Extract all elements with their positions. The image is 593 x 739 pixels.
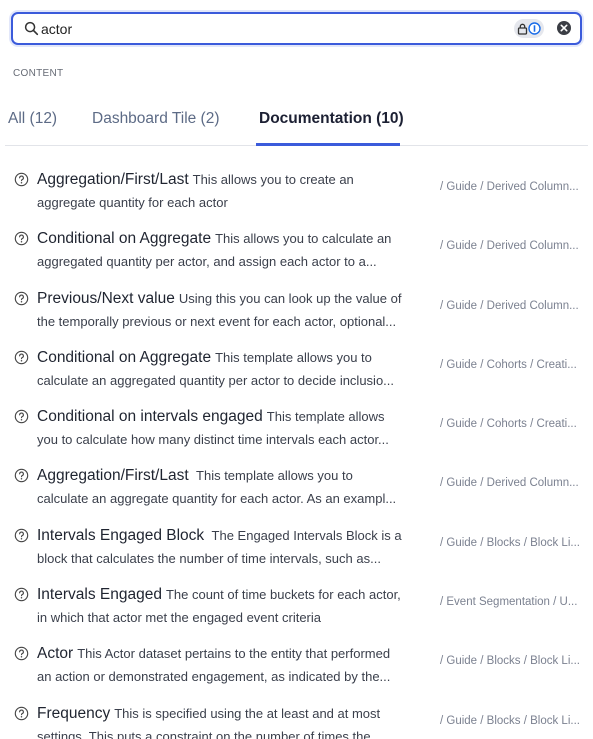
results-list: Aggregation/First/Last This allows you to…: [0, 160, 593, 739]
result-path: / Guide / Blocks / Block Li...: [440, 536, 580, 549]
result-path: / Guide / Derived Column...: [440, 240, 579, 253]
result-path: / Guide / Derived Column...: [440, 299, 579, 312]
result-description: This template allows you to: [192, 468, 353, 484]
help-circle-icon: [14, 350, 29, 365]
result-title: Intervals Engaged: [37, 586, 162, 604]
list-item[interactable]: Conditional on intervals engaged This tem…: [0, 397, 593, 456]
result-title: Conditional on Aggregate: [37, 348, 212, 366]
result-text: Actor This Actor dataset pertains to the …: [37, 642, 413, 688]
result-description-line2: calculate an aggregated quantity per act…: [37, 372, 395, 388]
result-description: This template allows you to: [215, 349, 372, 365]
result-text: Previous/Next value Using this you can lo…: [37, 287, 413, 333]
result-description-line2: the temporally previous or next event fo…: [37, 313, 397, 329]
result-description: Using this you can look up the value of: [178, 290, 402, 306]
result-path: / Event Segmentation / U...: [440, 596, 578, 609]
clear-search-icon[interactable]: [556, 20, 572, 36]
help-circle-icon: [14, 706, 29, 720]
help-circle-icon: [14, 528, 29, 543]
search-input[interactable]: [41, 19, 511, 39]
result-description-line2: settings. This puts a constraint on the …: [37, 728, 382, 739]
help-circle-icon: [14, 291, 29, 305]
result-description: This Actor dataset pertains to the entit…: [77, 646, 391, 662]
section-label: CONTENT: [13, 68, 64, 79]
list-item[interactable]: Intervals Engaged The count of time bucke…: [0, 575, 593, 634]
result-path: / Guide / Blocks / Block Li...: [440, 655, 580, 668]
result-text: Frequency This is specified using the at …: [37, 702, 413, 739]
list-item[interactable]: Intervals Engaged Block The Engaged Inte…: [0, 516, 593, 575]
result-description-line2: aggregated quantity per actor, and assig…: [37, 254, 377, 270]
result-description-line2: in which that actor met the engaged even…: [37, 610, 321, 626]
result-description-line2: block that calculates the number of time…: [37, 550, 381, 566]
password-manager-icons[interactable]: [514, 19, 544, 38]
active-tab-indicator: [256, 143, 400, 146]
result-text: Aggregation/First/Last This allows you to…: [37, 168, 413, 214]
tab-all[interactable]: All (12): [8, 110, 57, 128]
result-path: / Guide / Derived Column...: [440, 181, 579, 193]
result-path: / Guide / Cohorts / Creati...: [440, 358, 577, 371]
result-description-line2: you to calculate how many distinct time …: [37, 432, 389, 448]
result-description: The Engaged Intervals Block is a: [208, 527, 402, 543]
result-path: / Guide / Cohorts / Creati...: [440, 418, 577, 431]
list-item[interactable]: Previous/Next value Using this you can lo…: [0, 279, 593, 338]
help-circle-icon: [14, 172, 29, 187]
help-circle-icon: [14, 232, 29, 246]
result-text: Intervals Engaged Block The Engaged Inte…: [37, 524, 413, 570]
result-title: Conditional on Aggregate: [37, 230, 212, 248]
search-box[interactable]: [11, 12, 582, 45]
help-circle-icon: [14, 409, 29, 424]
result-tabs: All (12) Dashboard Tile (2) Documentatio…: [5, 100, 588, 146]
result-description: The count of time buckets for each actor…: [165, 587, 401, 603]
list-item[interactable]: Actor This Actor dataset pertains to the …: [0, 634, 593, 693]
lock-icon: [517, 23, 528, 35]
result-title: Conditional on intervals engaged: [37, 408, 263, 426]
result-description: This template allows: [266, 409, 385, 425]
result-text: Aggregation/First/Last This template all…: [37, 464, 413, 510]
result-path: / Guide / Derived Column...: [440, 477, 579, 490]
result-path: / Guide / Blocks / Block Li...: [440, 714, 580, 727]
tab-dashboard-tile[interactable]: Dashboard Tile (2): [92, 110, 220, 128]
list-item[interactable]: Frequency This is specified using the at …: [0, 694, 593, 739]
result-title: Frequency: [37, 704, 111, 722]
result-title: Intervals Engaged Block: [37, 526, 205, 544]
result-description: This allows you to calculate an: [215, 231, 392, 247]
list-item[interactable]: Aggregation/First/Last This allows you to…: [0, 160, 593, 219]
search-icon: [24, 21, 39, 36]
result-description: This is specified using the at least and…: [114, 705, 381, 721]
result-text: Conditional on Aggregate This allows you …: [37, 227, 413, 273]
list-item[interactable]: Conditional on Aggregate This template al…: [0, 338, 593, 397]
result-description-line2: aggregate quantity for each actor: [37, 195, 228, 210]
result-title: Aggregation/First/Last: [37, 467, 189, 485]
tab-documentation[interactable]: Documentation (10): [259, 110, 404, 128]
result-description-line2: an action or demonstrated engagement, as…: [37, 669, 391, 685]
help-circle-icon: [14, 647, 29, 661]
help-circle-icon: [14, 469, 29, 483]
result-description-line2: calculate an aggregate quantity for each…: [37, 491, 397, 507]
result-title: Aggregation/First/Last: [37, 171, 189, 188]
result-title: Previous/Next value: [37, 289, 175, 307]
result-description: This allows you to create an: [192, 172, 354, 187]
result-title: Actor: [37, 645, 74, 663]
result-text: Conditional on intervals engaged This tem…: [37, 405, 413, 451]
result-text: Conditional on Aggregate This template al…: [37, 346, 413, 392]
list-item[interactable]: Conditional on Aggregate This allows you …: [0, 219, 593, 278]
result-text: Intervals Engaged The count of time bucke…: [37, 583, 413, 629]
list-item[interactable]: Aggregation/First/Last This template all…: [0, 456, 593, 515]
help-circle-icon: [14, 587, 29, 602]
password-manager-icon: [528, 22, 541, 35]
